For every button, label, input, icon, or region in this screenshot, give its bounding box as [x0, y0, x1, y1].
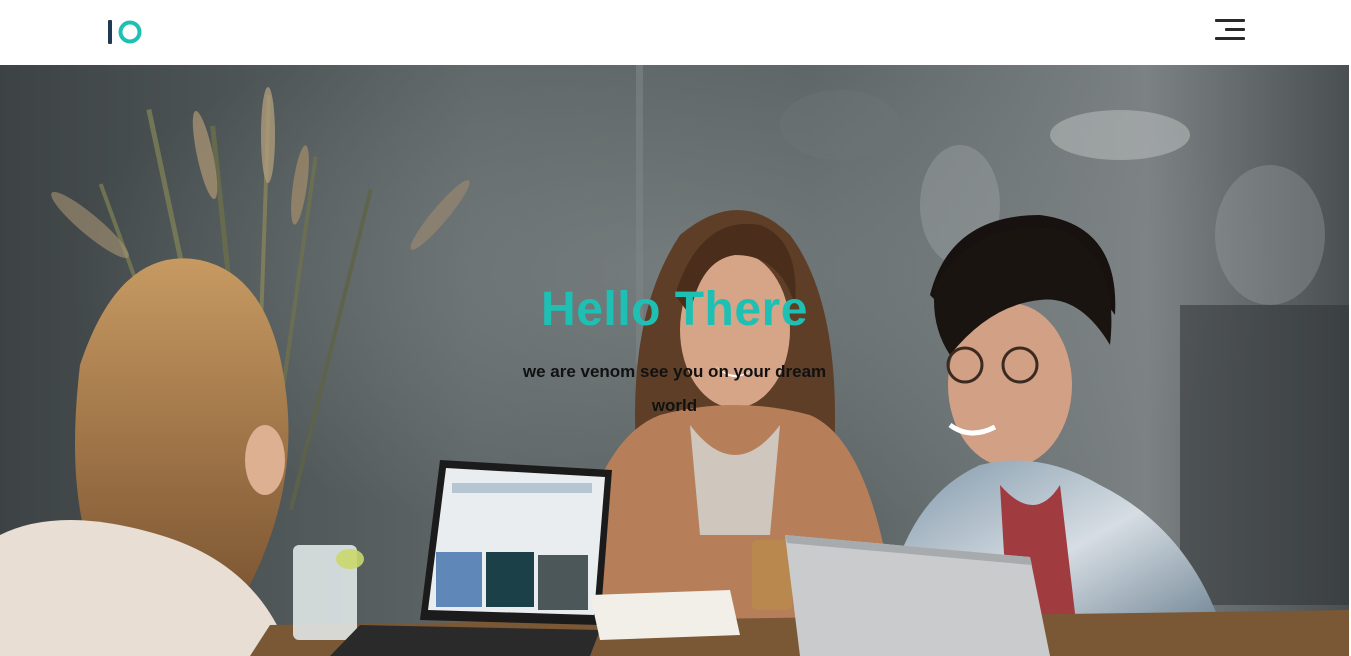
hero-section: Hello There we are venom see you on your…	[0, 65, 1349, 656]
logo-icon: IO	[108, 20, 142, 44]
menu-button[interactable]	[1212, 16, 1248, 44]
hero-title: Hello There	[541, 283, 808, 336]
site-header: IO	[0, 0, 1351, 65]
hero-subtitle: we are venom see you on your dream world	[522, 362, 827, 415]
hamburger-menu-icon-bar	[1215, 37, 1245, 40]
hamburger-menu-icon	[1215, 19, 1245, 22]
hamburger-menu-icon-bar	[1225, 28, 1245, 31]
